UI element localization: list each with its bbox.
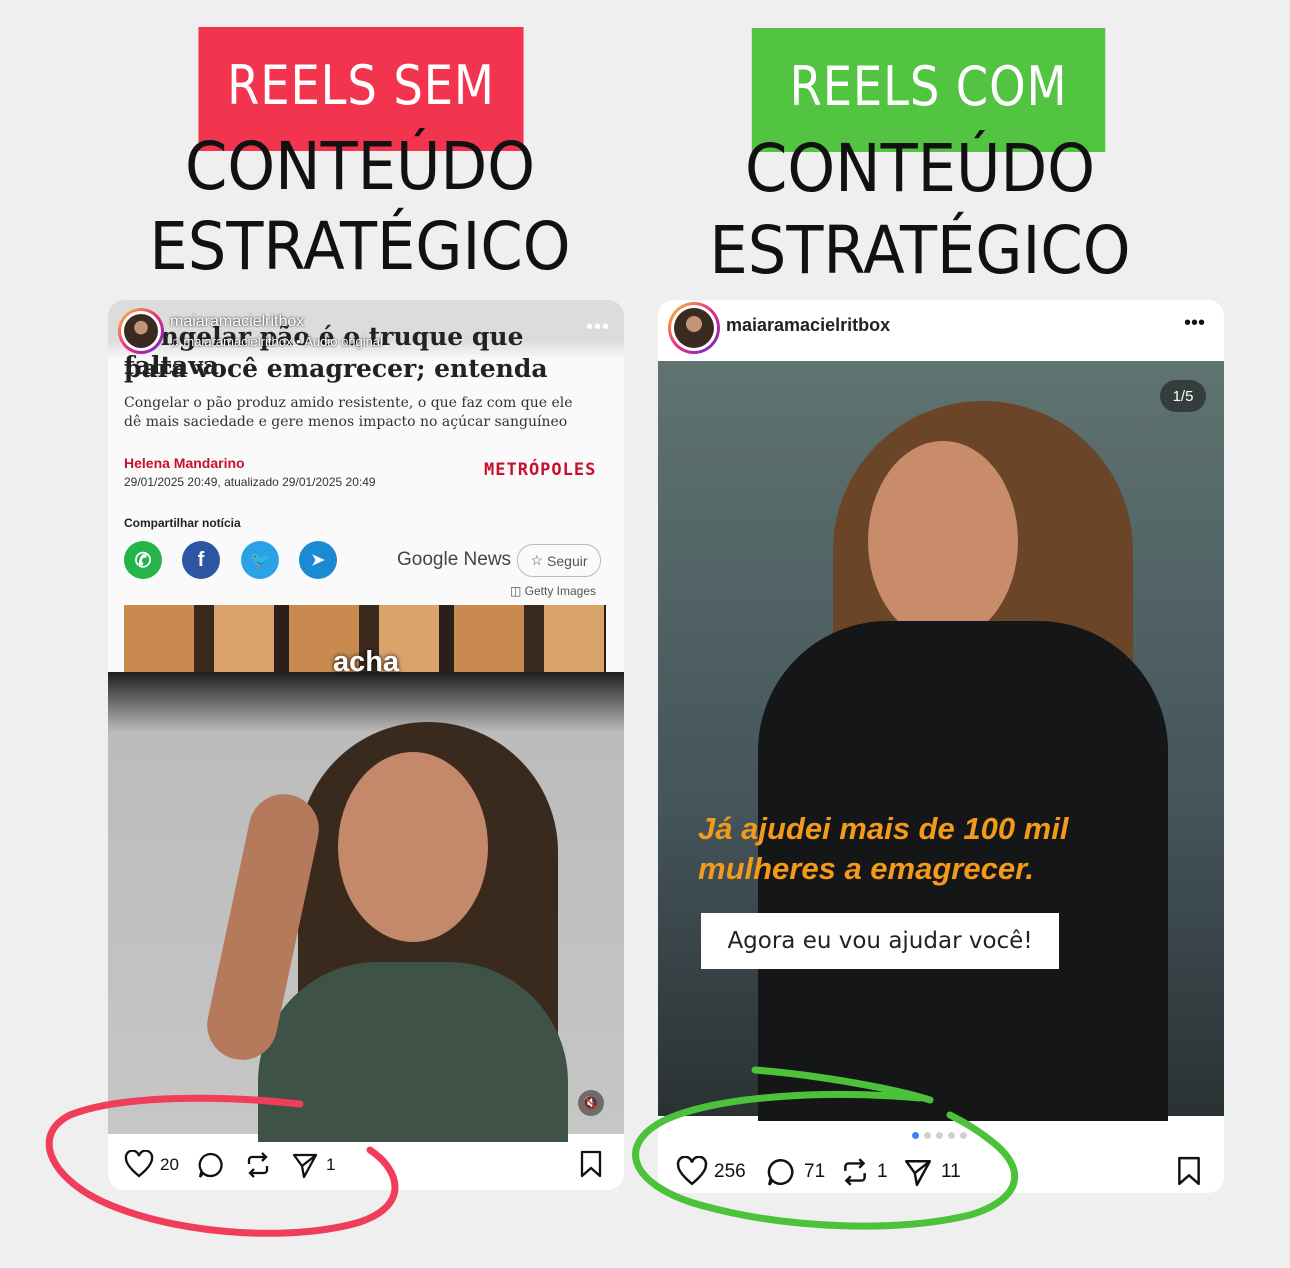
- annotation-circles: [45, 1066, 1019, 1237]
- red-circle: [45, 1094, 399, 1237]
- green-circle: [632, 1066, 1019, 1230]
